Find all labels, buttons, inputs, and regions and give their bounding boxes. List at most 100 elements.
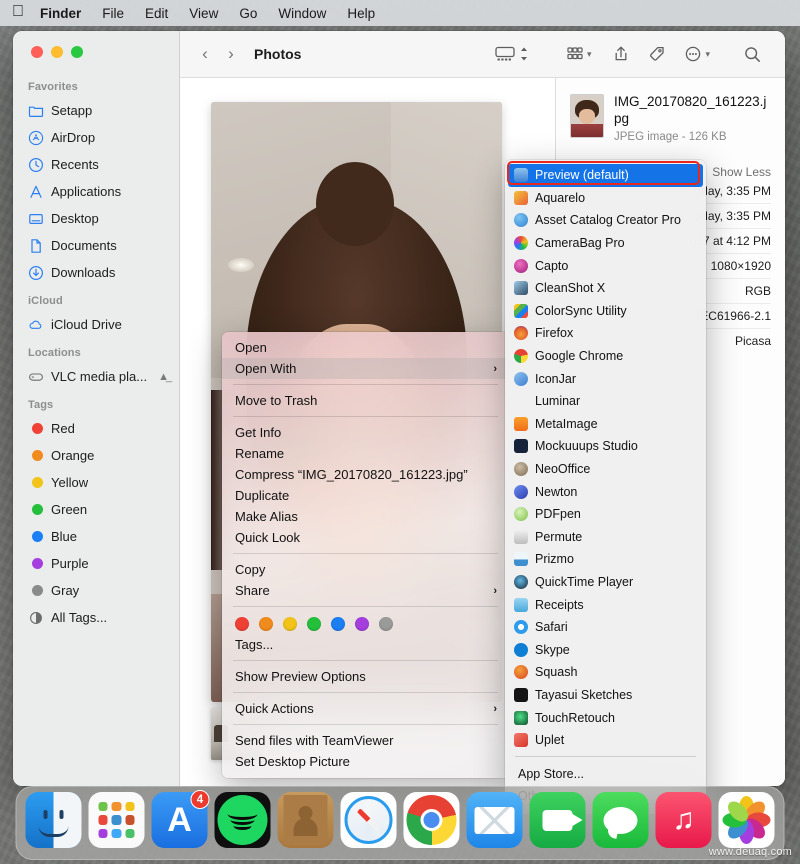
- sidebar-item-recents[interactable]: Recents: [13, 151, 179, 178]
- eject-icon[interactable]: ▲̲: [158, 371, 169, 383]
- context-menu-item-send-files-with-teamviewer[interactable]: Send files with TeamViewer: [222, 730, 509, 751]
- sidebar-tag-blue[interactable]: Blue: [13, 523, 179, 550]
- dock-item-facetime[interactable]: [529, 792, 586, 848]
- sidebar-item-desktop[interactable]: Desktop: [13, 205, 179, 232]
- context-menu-item-compress[interactable]: Compress “IMG_20170820_161223.jpg”: [222, 464, 509, 485]
- gallery-view-button[interactable]: [485, 45, 538, 63]
- open-with-item-preview[interactable]: Preview (default): [508, 164, 703, 187]
- open-with-item-uplet[interactable]: Uplet: [505, 729, 706, 752]
- dock-item-contacts[interactable]: [277, 792, 334, 848]
- open-with-item-skype[interactable]: Skype: [505, 638, 706, 661]
- context-menu-item-tags[interactable]: Tags...: [222, 634, 509, 655]
- sidebar-item-applications[interactable]: Applications: [13, 178, 179, 205]
- forward-button[interactable]: ›: [218, 44, 244, 64]
- tag-color-purple[interactable]: [355, 617, 369, 631]
- context-menu-item-open[interactable]: Open: [222, 337, 509, 358]
- open-with-item-cleanshot-x[interactable]: CleanShot X: [505, 277, 706, 300]
- menu-item-edit[interactable]: Edit: [145, 6, 168, 21]
- context-menu-item-rename[interactable]: Rename: [222, 443, 509, 464]
- open-with-item-google-chrome[interactable]: Google Chrome: [505, 345, 706, 368]
- open-with-item-colorsync-utility[interactable]: ColorSync Utility: [505, 300, 706, 323]
- context-menu-item-open-with[interactable]: Open With ›: [222, 358, 509, 379]
- open-with-item-metaimage[interactable]: MetaImage: [505, 413, 706, 436]
- show-less-button[interactable]: Show Less: [712, 165, 771, 179]
- apple-logo-icon[interactable]: : [12, 4, 24, 22]
- sidebar-item-airdrop[interactable]: AirDrop: [13, 124, 179, 151]
- tag-color-red[interactable]: [235, 617, 249, 631]
- tag-color-orange[interactable]: [259, 617, 273, 631]
- open-with-item-firefox[interactable]: Firefox: [505, 322, 706, 345]
- menu-item-go[interactable]: Go: [239, 6, 257, 21]
- menu-item-help[interactable]: Help: [347, 6, 375, 21]
- dock-item-finder[interactable]: [25, 792, 82, 848]
- open-with-item-prizmo[interactable]: Prizmo: [505, 548, 706, 571]
- dock-item-spotify[interactable]: [214, 792, 271, 848]
- menu-item-file[interactable]: File: [102, 6, 124, 21]
- open-with-item-tayasui-sketches[interactable]: Tayasui Sketches: [505, 684, 706, 707]
- context-menu-item-quick-look[interactable]: Quick Look: [222, 527, 509, 548]
- back-button[interactable]: ‹: [192, 44, 218, 64]
- close-button[interactable]: [31, 46, 43, 58]
- context-menu-item-set-desktop-picture[interactable]: Set Desktop Picture: [222, 751, 509, 772]
- minimize-button[interactable]: [51, 46, 63, 58]
- tag-color-green[interactable]: [307, 617, 321, 631]
- open-with-item-asset-catalog-creator-pro[interactable]: Asset Catalog Creator Pro: [505, 209, 706, 232]
- sidebar-item-documents[interactable]: Documents: [13, 232, 179, 259]
- dock-item-app-store[interactable]: 4 A: [151, 790, 210, 848]
- context-menu-item-make-alias[interactable]: Make Alias: [222, 506, 509, 527]
- menu-item-finder[interactable]: Finder: [40, 6, 81, 21]
- context-menu-item-copy[interactable]: Copy: [222, 559, 509, 580]
- open-with-item-quicktime-player[interactable]: QuickTime Player: [505, 571, 706, 594]
- zoom-button[interactable]: [71, 46, 83, 58]
- dock-item-google-chrome[interactable]: [403, 792, 460, 848]
- sidebar-tag-red[interactable]: Red: [13, 415, 179, 442]
- context-menu-item-share[interactable]: Share ›: [222, 580, 509, 601]
- open-with-item-touchretouch[interactable]: TouchRetouch: [505, 706, 706, 729]
- open-with-item-permute[interactable]: Permute: [505, 526, 706, 549]
- sidebar-tag-green[interactable]: Green: [13, 496, 179, 523]
- sidebar-item-icloud-drive[interactable]: iCloud Drive: [13, 311, 179, 338]
- open-with-item-iconjar[interactable]: IconJar: [505, 367, 706, 390]
- sidebar-tag-gray[interactable]: Gray: [13, 577, 179, 604]
- tag-color-yellow[interactable]: [283, 617, 297, 631]
- open-with-item-safari[interactable]: Safari: [505, 616, 706, 639]
- open-with-item-aquarelo[interactable]: Aquarelo: [505, 187, 706, 210]
- open-with-item-neooffice[interactable]: NeoOffice: [505, 458, 706, 481]
- dock-item-photos[interactable]: [718, 792, 775, 848]
- context-menu-item-get-info[interactable]: Get Info: [222, 422, 509, 443]
- search-button[interactable]: [719, 45, 771, 64]
- add-tags-button[interactable]: [639, 45, 675, 63]
- dock-item-launchpad[interactable]: [88, 792, 145, 848]
- dock-item-safari[interactable]: [340, 792, 397, 848]
- group-items-button[interactable]: ▾: [538, 45, 601, 63]
- sidebar-tag-yellow[interactable]: Yellow: [13, 469, 179, 496]
- open-with-item-camerabag-pro[interactable]: CameraBag Pro: [505, 232, 706, 255]
- sidebar-item-all-tags[interactable]: All Tags...: [13, 604, 179, 631]
- open-with-item-app-store[interactable]: App Store...: [505, 762, 706, 785]
- context-menu-item-duplicate[interactable]: Duplicate: [222, 485, 509, 506]
- sidebar-tag-orange[interactable]: Orange: [13, 442, 179, 469]
- open-with-item-capto[interactable]: Capto: [505, 254, 706, 277]
- more-actions-button[interactable]: ▾: [675, 45, 719, 63]
- dock-item-mail[interactable]: [466, 792, 523, 848]
- tag-color-blue[interactable]: [331, 617, 345, 631]
- open-with-item-mockuuups-studio[interactable]: Mockuuups Studio: [505, 435, 706, 458]
- open-with-item-newton[interactable]: Newton: [505, 480, 706, 503]
- sidebar-tag-purple[interactable]: Purple: [13, 550, 179, 577]
- context-menu-item-move-to-trash[interactable]: Move to Trash: [222, 390, 509, 411]
- share-button[interactable]: [600, 45, 639, 63]
- menu-item-window[interactable]: Window: [278, 6, 326, 21]
- open-with-item-receipts[interactable]: Receipts: [505, 593, 706, 616]
- dock-item-music[interactable]: ♫: [655, 792, 712, 848]
- open-with-item-squash[interactable]: Squash: [505, 661, 706, 684]
- open-with-item-pdfpen[interactable]: PDFpen: [505, 503, 706, 526]
- sidebar-item-vlc-media-player[interactable]: VLC media pla... ▲̲: [13, 363, 179, 390]
- context-menu-item-show-preview-options[interactable]: Show Preview Options: [222, 666, 509, 687]
- menu-item-view[interactable]: View: [189, 6, 218, 21]
- tag-color-gray[interactable]: [379, 617, 393, 631]
- sidebar-item-downloads[interactable]: Downloads: [13, 259, 179, 286]
- context-menu-item-quick-actions[interactable]: Quick Actions ›: [222, 698, 509, 719]
- dock-item-messages[interactable]: [592, 792, 649, 848]
- open-with-item-luminar[interactable]: Luminar: [505, 390, 706, 413]
- sidebar-item-setapp[interactable]: Setapp: [13, 97, 179, 124]
